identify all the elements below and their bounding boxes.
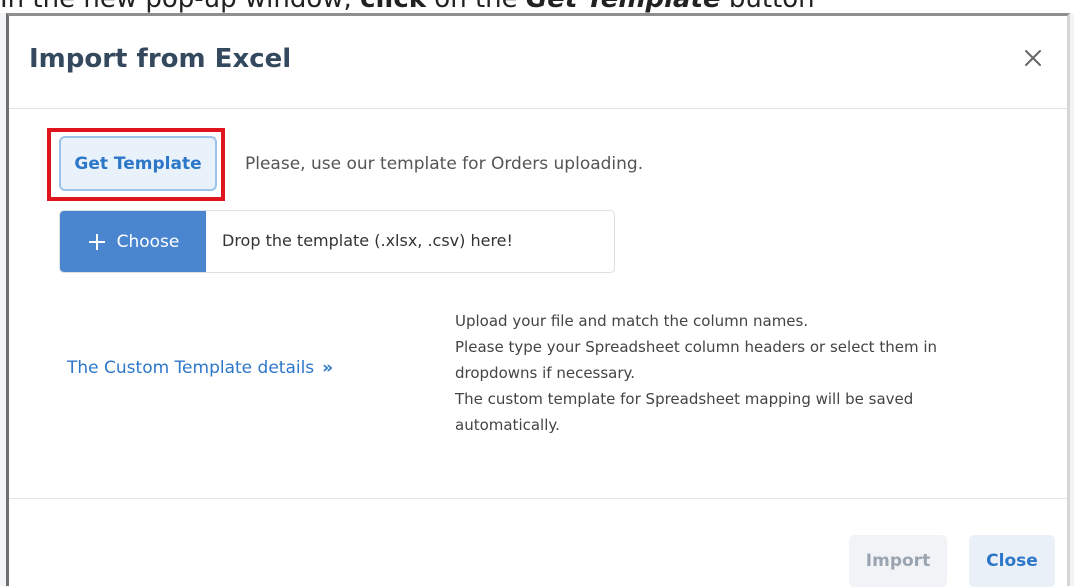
get-template-button[interactable]: Get Template bbox=[59, 136, 217, 191]
template-hint: Please, use our template for Orders uplo… bbox=[245, 154, 644, 174]
choose-label: Choose bbox=[116, 231, 180, 252]
dialog-header: Import from Excel bbox=[9, 16, 1067, 109]
dialog-title: Import from Excel bbox=[29, 44, 292, 74]
choose-button[interactable]: Choose bbox=[60, 211, 206, 272]
close-button[interactable]: Close bbox=[969, 535, 1055, 587]
close-icon[interactable] bbox=[1021, 46, 1045, 70]
info-line: Please type your Spreadsheet column head… bbox=[455, 338, 937, 356]
caption-mid: on the bbox=[426, 0, 526, 13]
info-line: The custom template for Spreadsheet mapp… bbox=[455, 390, 914, 408]
custom-template-link[interactable]: The Custom Template details » bbox=[67, 358, 333, 378]
drop-zone-text[interactable]: Drop the template (.xlsx, .csv) here! bbox=[222, 231, 513, 250]
info-line: dropdowns if necessary. bbox=[455, 364, 636, 382]
upload-info: Upload your file and match the column na… bbox=[455, 308, 1015, 438]
import-button[interactable]: Import bbox=[849, 535, 947, 587]
plus-icon bbox=[87, 232, 107, 252]
instruction-caption: In the new pop-up window, click on the G… bbox=[0, 0, 1074, 13]
info-line: automatically. bbox=[455, 416, 560, 434]
custom-template-link-label: The Custom Template details bbox=[67, 358, 315, 378]
caption-post: button bbox=[721, 0, 815, 13]
caption-pre: In the new pop-up window, bbox=[0, 0, 360, 13]
dialog-footer: Import Close bbox=[9, 498, 1067, 587]
import-dialog: Import from Excel Get Template Please, u… bbox=[6, 13, 1070, 587]
info-line: Upload your file and match the column na… bbox=[455, 312, 809, 330]
caption-click: click bbox=[360, 0, 426, 13]
double-chevron-right-icon: » bbox=[322, 358, 334, 378]
caption-target: Get Template bbox=[526, 0, 721, 13]
file-upload-row: Choose Drop the template (.xlsx, .csv) h… bbox=[59, 210, 615, 273]
